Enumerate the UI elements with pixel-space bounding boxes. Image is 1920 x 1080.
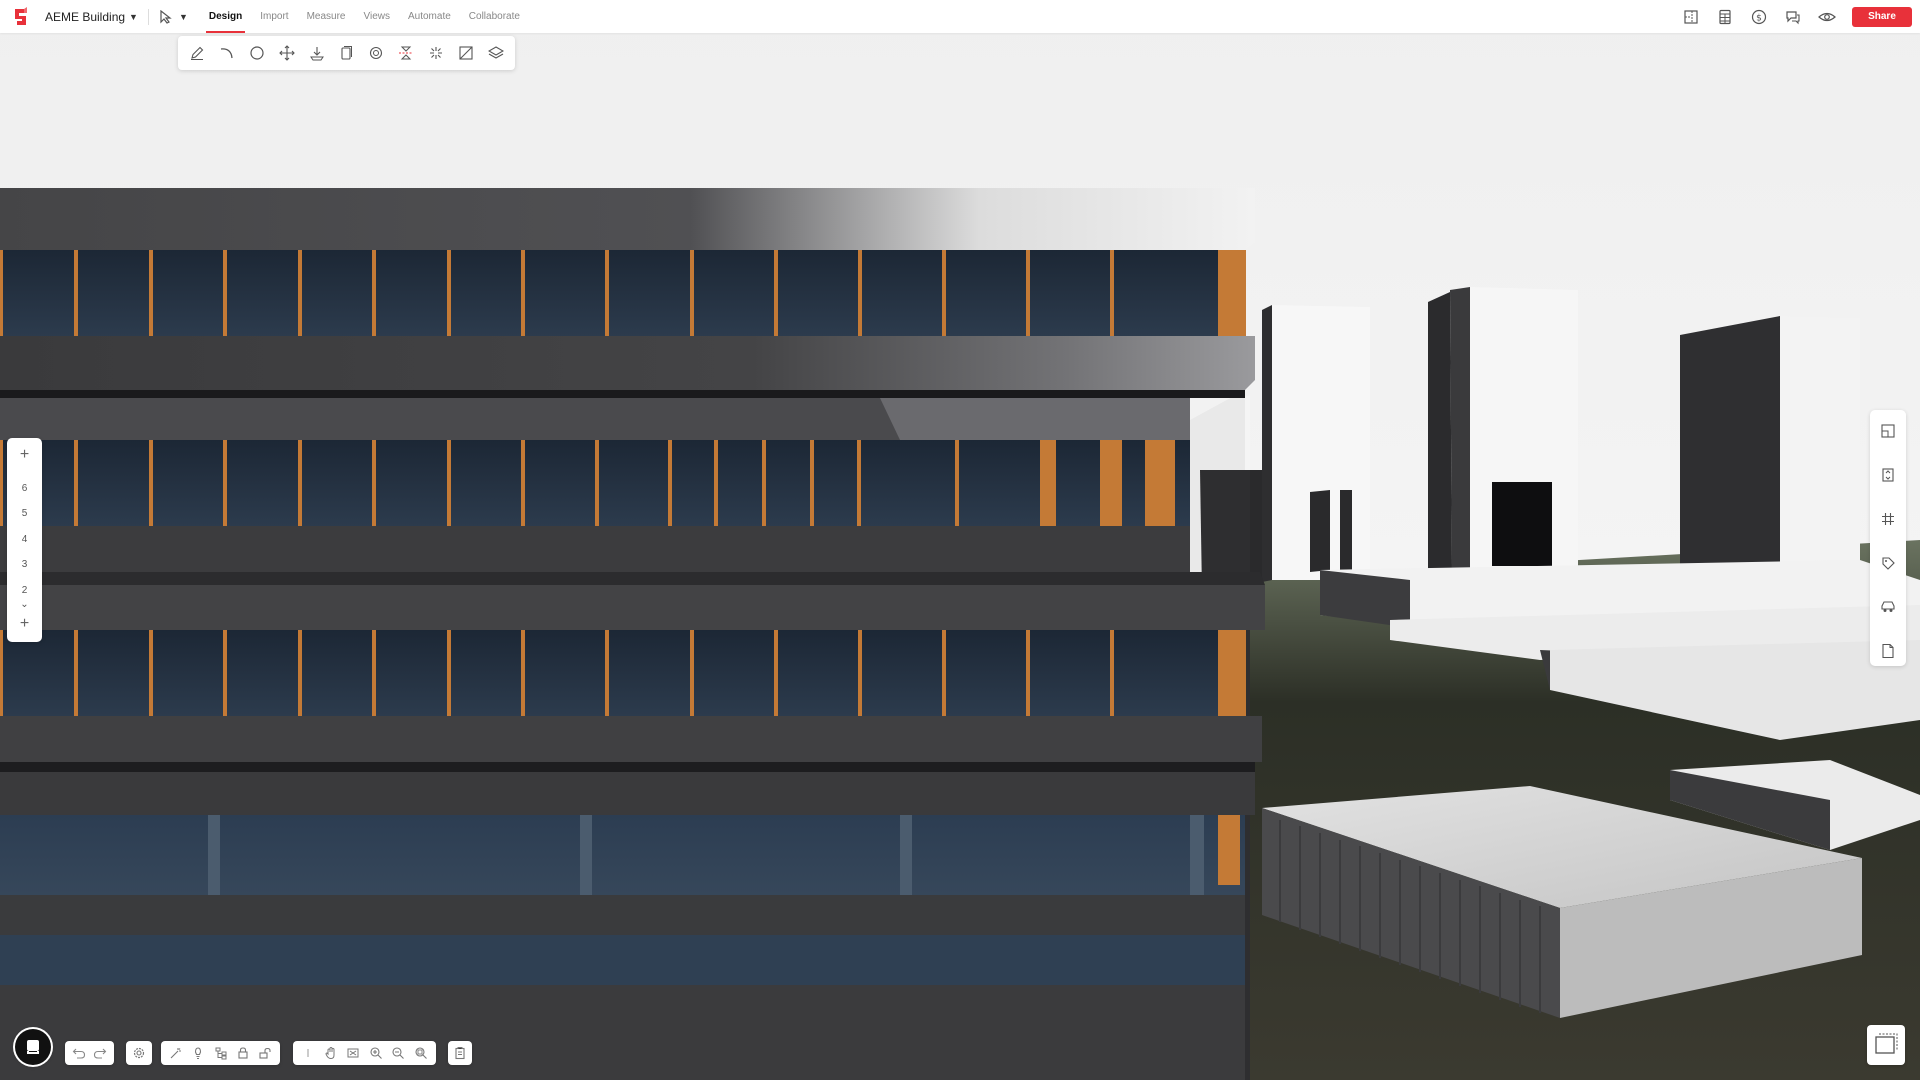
document-icon[interactable] <box>1877 640 1899 662</box>
main-tabs: Design Import Measure Views Automate Col… <box>200 0 529 33</box>
spreadsheet-icon[interactable] <box>1714 6 1736 28</box>
clipboard-icon[interactable] <box>453 1044 467 1062</box>
level-item[interactable]: 4 <box>7 532 42 548</box>
divider <box>147 8 149 25</box>
level-item[interactable]: 5 <box>7 506 42 522</box>
levels-panel: + 6 5 4 3 2 ⌄ + <box>7 438 42 642</box>
magic-wand-icon[interactable] <box>168 1044 184 1062</box>
tab-automate[interactable]: Automate <box>399 0 460 33</box>
cursor-icon[interactable] <box>300 1044 317 1062</box>
comments-icon[interactable] <box>1782 6 1804 28</box>
eye-icon[interactable] <box>1816 6 1838 28</box>
arc-icon[interactable] <box>216 42 238 64</box>
project-selector[interactable]: AEME Building ▼ <box>45 10 138 24</box>
level-item[interactable]: 6 <box>7 481 42 497</box>
chevron-down-icon: ▼ <box>129 11 138 22</box>
select-tool-dropdown[interactable]: ▼ <box>159 9 188 24</box>
move-icon[interactable] <box>276 42 298 64</box>
svg-text:$: $ <box>1756 13 1762 23</box>
cursor-icon <box>160 9 172 24</box>
misc-group <box>448 1041 472 1065</box>
history-group <box>65 1041 114 1065</box>
drawing-toolbar <box>178 36 515 70</box>
pencil-icon[interactable] <box>186 42 208 64</box>
tab-measure[interactable]: Measure <box>298 0 355 33</box>
undo-icon[interactable] <box>72 1044 87 1062</box>
frame-icon <box>1875 1033 1898 1054</box>
right-side-panel <box>1870 410 1906 666</box>
unlock-icon[interactable] <box>257 1044 273 1062</box>
project-name: AEME Building <box>45 9 126 24</box>
tab-import[interactable]: Import <box>251 0 297 33</box>
tree-icon[interactable] <box>212 1044 228 1062</box>
level-item[interactable]: 3 <box>7 557 42 573</box>
3d-viewport[interactable] <box>0 0 1920 1080</box>
level-item[interactable]: 2 <box>7 583 42 599</box>
add-level-below-button[interactable]: + <box>7 614 42 634</box>
redo-icon[interactable] <box>93 1044 108 1062</box>
dollar-icon[interactable]: $ <box>1748 6 1770 28</box>
zoom-extents-icon[interactable] <box>413 1044 430 1062</box>
header-actions: $ Share <box>1668 0 1920 33</box>
settings-group <box>126 1041 152 1065</box>
layers-icon[interactable] <box>485 42 507 64</box>
rotate-icon[interactable] <box>365 42 387 64</box>
floorplan-icon[interactable] <box>1680 6 1702 28</box>
fit-view-icon[interactable] <box>345 1044 362 1062</box>
zoom-out-icon[interactable] <box>390 1044 407 1062</box>
tab-views[interactable]: Views <box>354 0 399 33</box>
slope-icon[interactable] <box>455 42 477 64</box>
app-logo[interactable] <box>11 6 31 27</box>
zoom-in-icon[interactable] <box>368 1044 385 1062</box>
tab-collaborate[interactable]: Collaborate <box>460 0 529 33</box>
chevron-down-icon[interactable]: ⌄ <box>7 599 42 610</box>
chat-avatar-button[interactable] <box>15 1029 51 1065</box>
pan-icon[interactable] <box>323 1044 340 1062</box>
share-button[interactable]: Share <box>1852 6 1912 27</box>
lock-icon[interactable] <box>235 1044 251 1062</box>
chevron-down-icon: ▼ <box>178 11 188 22</box>
extrude-icon[interactable] <box>306 42 328 64</box>
mirror-icon[interactable] <box>395 42 417 64</box>
settings-icon[interactable] <box>131 1044 147 1062</box>
explode-icon[interactable] <box>425 42 447 64</box>
chat-icon <box>27 1040 39 1054</box>
tag-icon[interactable] <box>1877 552 1899 574</box>
view-tools-group <box>293 1041 436 1065</box>
circle-icon[interactable] <box>246 42 268 64</box>
edit-tools-group <box>161 1041 280 1065</box>
bulb-icon[interactable] <box>190 1044 206 1062</box>
tab-design[interactable]: Design <box>200 0 251 33</box>
car-icon[interactable] <box>1877 596 1899 618</box>
grid-icon[interactable] <box>1877 508 1899 530</box>
top-bar: AEME Building ▼ ▼ Design Import Measure … <box>0 0 1920 33</box>
minimap-button[interactable] <box>1867 1025 1905 1065</box>
room-icon[interactable] <box>1877 420 1899 442</box>
copy-icon[interactable] <box>336 42 358 64</box>
add-level-above-button[interactable]: + <box>7 445 42 465</box>
elevator-icon[interactable] <box>1877 464 1899 486</box>
